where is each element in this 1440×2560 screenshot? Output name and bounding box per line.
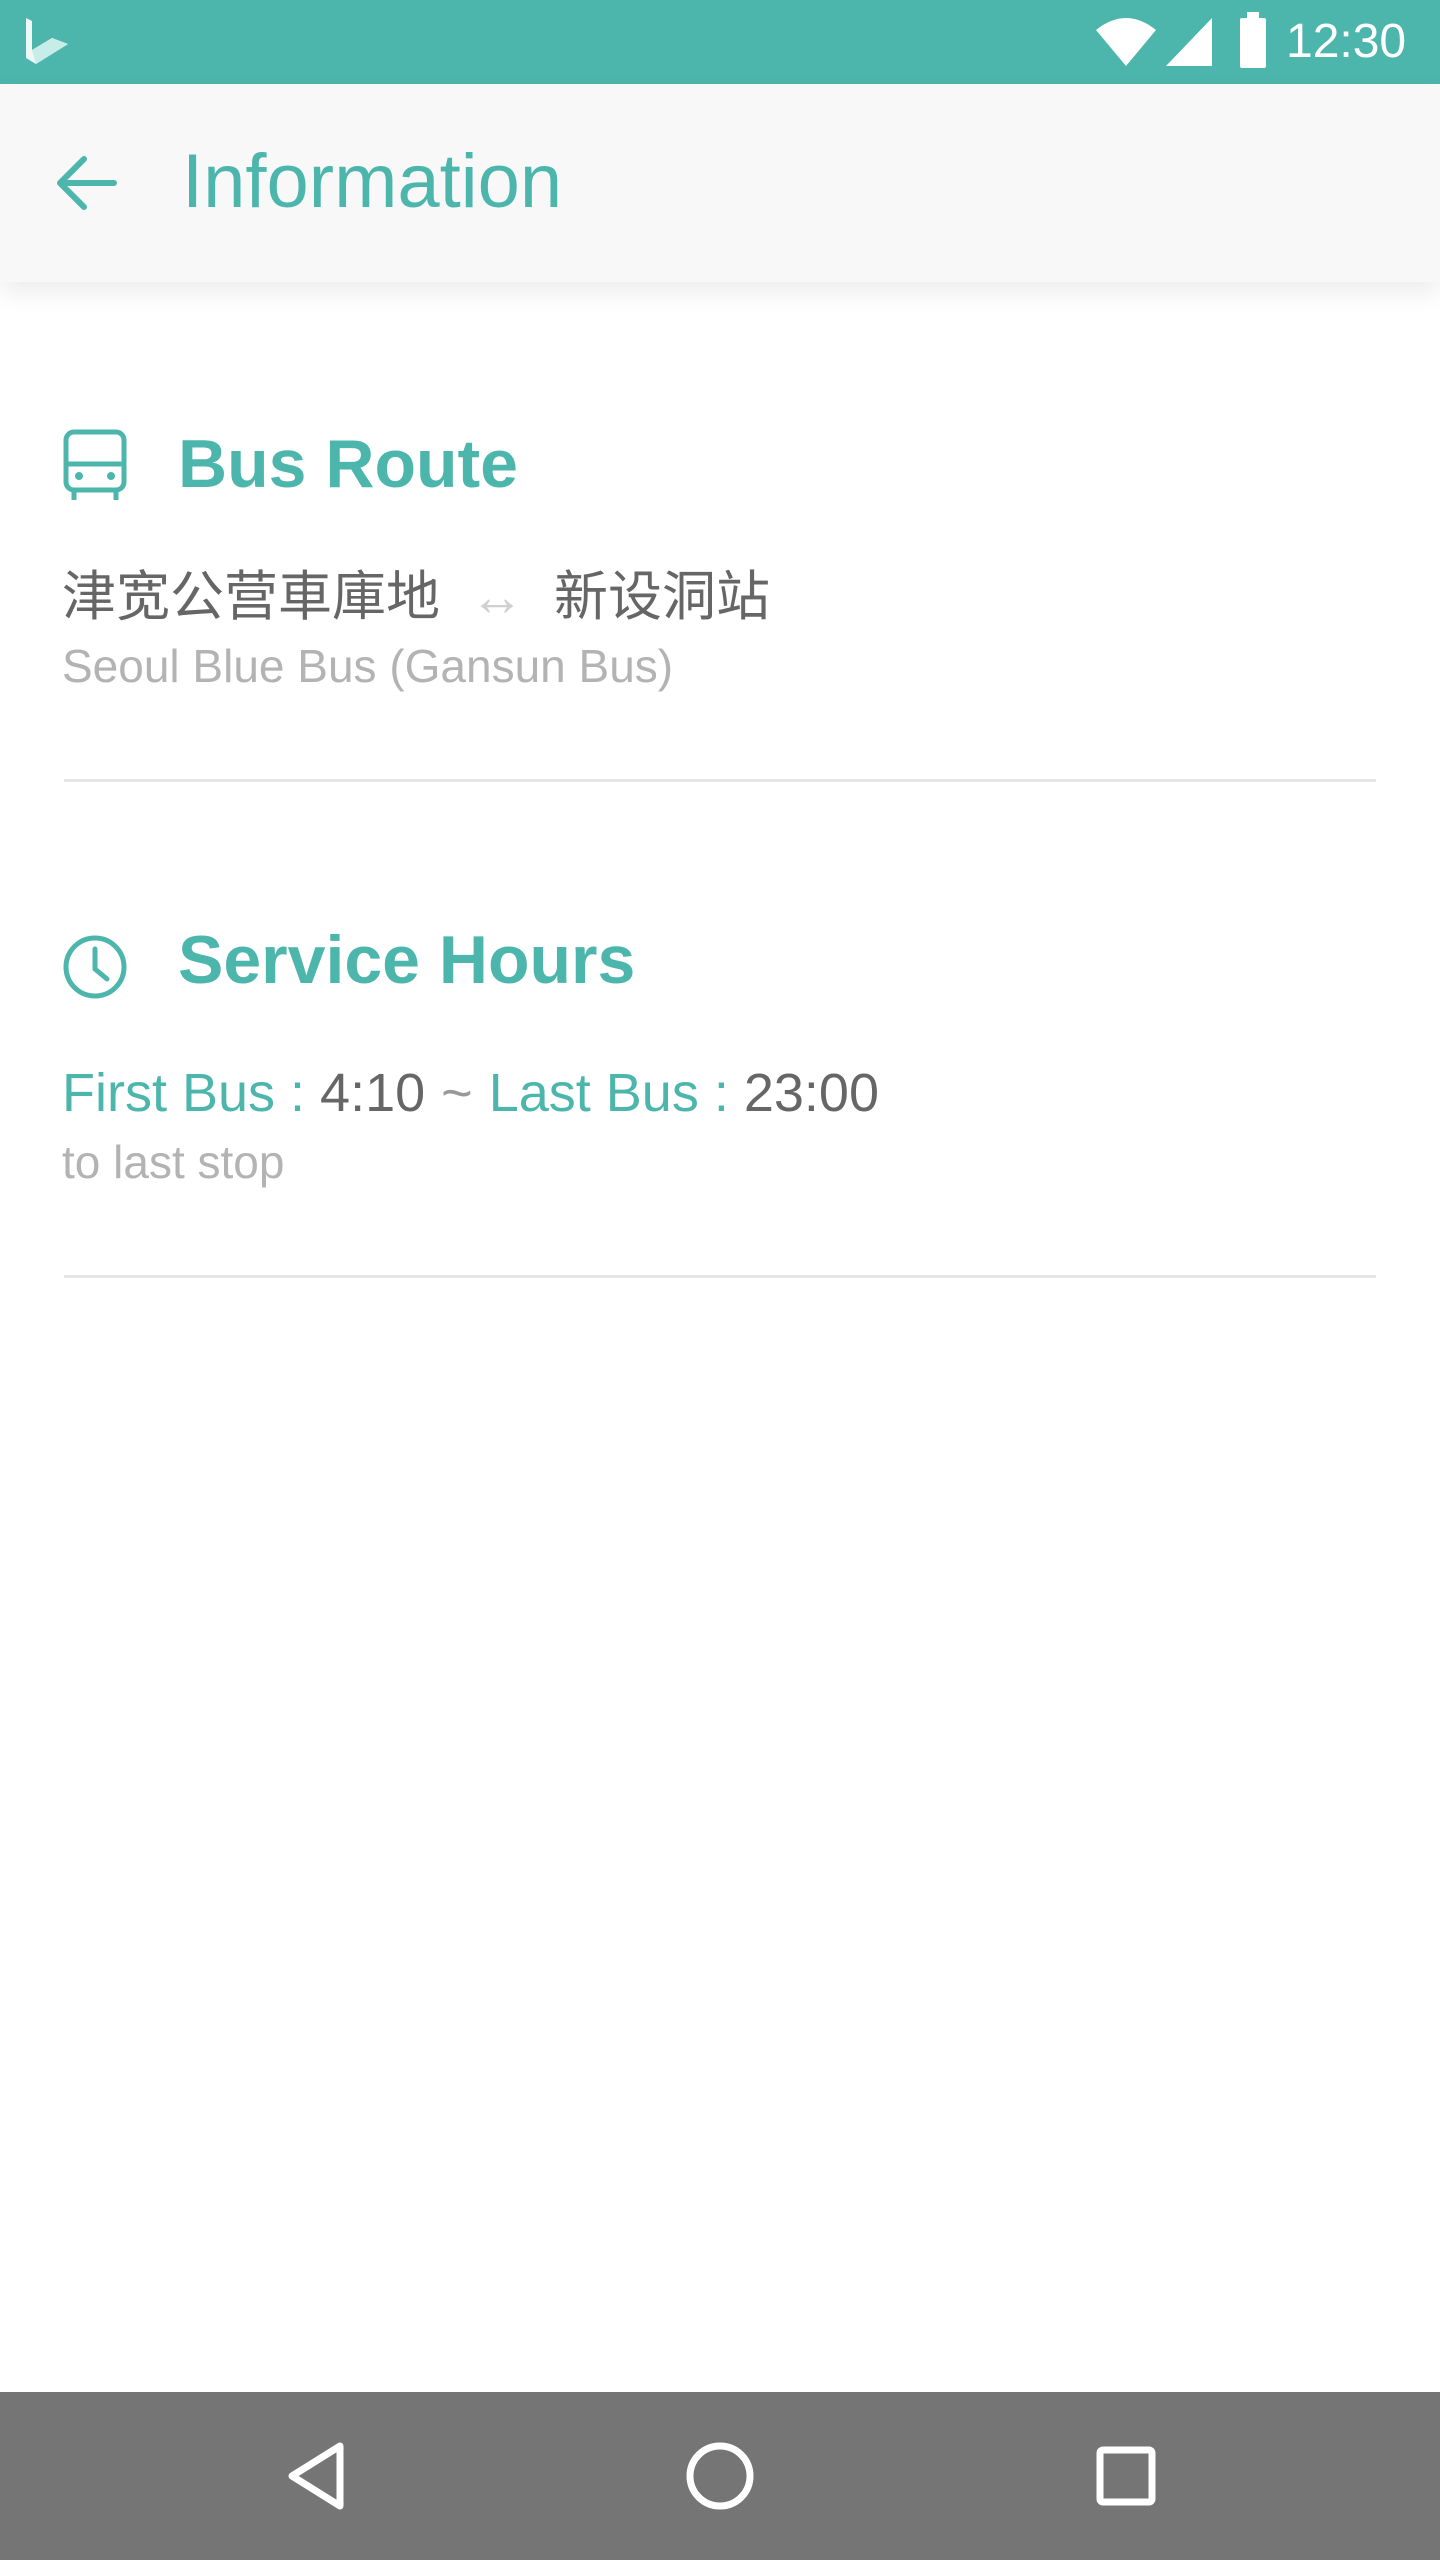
route-arrow: ↔: [470, 567, 524, 627]
signal-icon: [1166, 18, 1212, 66]
bus-route-title: Bus Route: [178, 426, 518, 502]
wifi-icon: [1096, 18, 1156, 66]
last-bus-time: 23:00: [743, 1063, 879, 1123]
system-nav-bar: [0, 2392, 1440, 2560]
service-times: First Bus : 4:10 ~ Last Bus : 23:00: [62, 1060, 879, 1126]
service-hours-section: Service Hours First Bus : 4:10 ~ Last Bus …: [62, 916, 1378, 1216]
service-hours-title: Service Hours: [178, 922, 636, 998]
app-logo-icon: [26, 18, 68, 64]
service-note: to last stop: [62, 1136, 285, 1188]
nav-back-button[interactable]: [266, 2426, 366, 2526]
battery-icon: [1240, 12, 1266, 68]
app-bar: Information: [0, 84, 1440, 282]
back-triangle-icon: [288, 2442, 344, 2510]
nav-recents-button[interactable]: [1076, 2426, 1176, 2526]
page-title: Information: [182, 139, 563, 224]
route-origin: 津宽公营車庫地: [62, 567, 440, 627]
arrow-left-icon: [57, 156, 117, 210]
last-bus-label: Last Bus :: [488, 1063, 729, 1123]
first-bus-label: First Bus :: [62, 1063, 306, 1123]
status-bar: 12:30: [0, 0, 1440, 84]
status-clock: 12:30: [1286, 15, 1407, 68]
clock-icon: [63, 935, 127, 999]
route-destination: 新设洞站: [554, 567, 770, 627]
bus-icon: [63, 429, 127, 500]
divider: [64, 779, 1376, 782]
bus-route-section: Bus Route 津宽公营車庫地 ↔ 新设洞站 Seoul Blue Bus (G…: [62, 420, 1378, 720]
home-circle-icon: [686, 2442, 754, 2510]
divider: [64, 1275, 1376, 1278]
route-stops: 津宽公营車庫地 ↔ 新设洞站: [62, 564, 770, 630]
recents-square-icon: [1096, 2446, 1156, 2506]
time-separator: ~: [441, 1063, 473, 1123]
back-button[interactable]: [40, 137, 132, 229]
first-bus-time: 4:10: [320, 1063, 426, 1123]
route-operator: Seoul Blue Bus (Gansun Bus): [62, 640, 674, 692]
nav-home-button[interactable]: [670, 2426, 770, 2526]
